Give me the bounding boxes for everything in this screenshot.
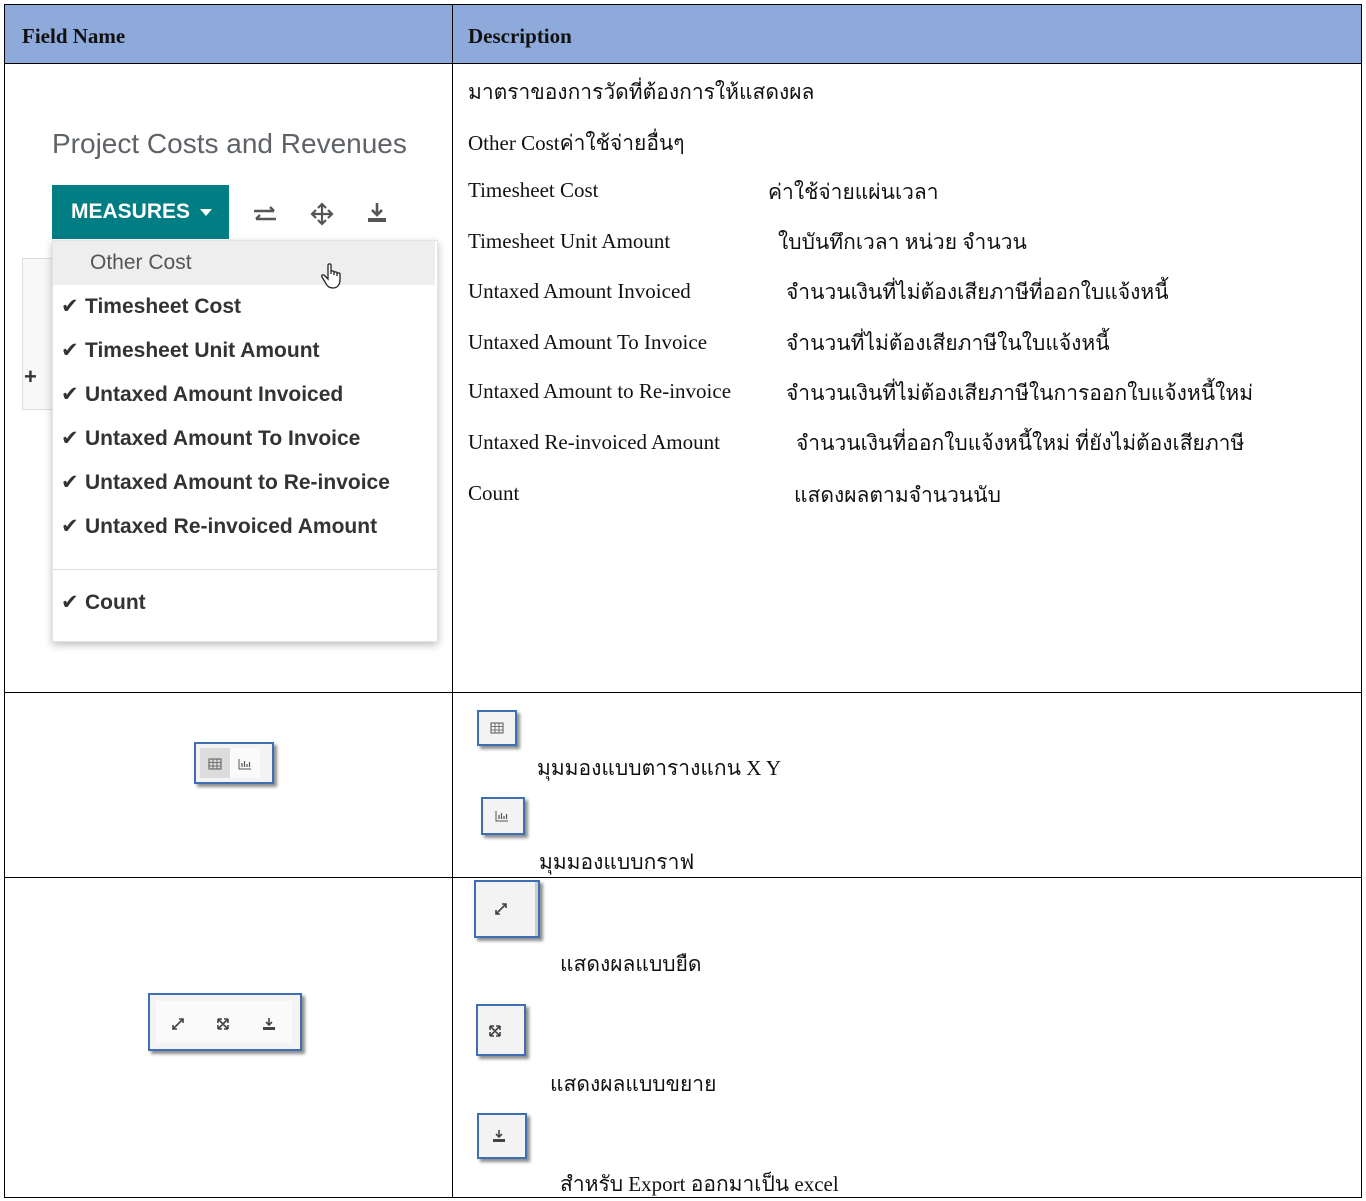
table-header: Field Name Description: [4, 4, 1362, 64]
expand-screenshot: [476, 1004, 526, 1056]
border-left: [4, 4, 5, 1198]
measures-screenshot: Project Costs and Revenues MEASURES + Ot…: [22, 128, 438, 648]
desc-name: Timesheet Unit Amount: [468, 229, 671, 253]
measure-item-other-cost[interactable]: Other Cost: [53, 241, 435, 285]
measure-item-count[interactable]: ✔ Count: [53, 581, 435, 625]
flip-desc: แสดงผลแบบยืด: [560, 952, 702, 976]
check-icon: ✔: [61, 295, 79, 318]
flip-axis-icon: [495, 903, 507, 915]
table-view-icon: [490, 722, 504, 734]
desc-name: Untaxed Amount To Invoice: [468, 330, 708, 354]
measure-label: Other Cost: [90, 251, 192, 274]
graph-view-screenshot: [481, 797, 525, 835]
graph-view-icon: [238, 759, 251, 770]
measure-label: Untaxed Amount To Invoice: [85, 427, 361, 450]
graph-view-button[interactable]: [230, 748, 260, 778]
other-cost-desc: Other Costค่าใช้จ่ายอื่นๆ: [468, 131, 685, 155]
page-title: Project Costs and Revenues: [52, 128, 407, 159]
plus-icon[interactable]: +: [24, 364, 37, 390]
table-view-desc: มุมมองแบบตารางแกน X Y: [537, 756, 782, 780]
border-header: [4, 63, 1362, 64]
measure-label: Untaxed Amount to Re-invoice: [85, 471, 390, 494]
flip-screenshot: [474, 880, 540, 938]
desc-name: Count: [468, 481, 520, 505]
table-view-button[interactable]: [200, 748, 231, 778]
download-icon[interactable]: [366, 201, 388, 225]
expand-all-icon: [489, 1025, 501, 1037]
desc-text: จำนวนเงินที่ไม่ต้องเสียภาษีที่ออกใบแจ้งห…: [786, 280, 1169, 304]
measure-label: Untaxed Re-invoiced Amount: [85, 515, 378, 538]
measures-button[interactable]: MEASURES: [52, 185, 229, 239]
table-view-icon: [208, 758, 222, 770]
table-view-screenshot: [477, 710, 517, 746]
measure-label: Untaxed Amount Invoiced: [85, 383, 344, 406]
border-row1: [4, 692, 1362, 693]
measure-item-untaxed-reinvoiced-amount[interactable]: ✔ Untaxed Re-invoiced Amount: [53, 505, 435, 549]
divider: [535, 882, 538, 936]
measures-intro: มาตราของการวัดที่ต้องการให้แสดงผล: [468, 80, 815, 104]
measure-label: Timesheet Cost: [85, 295, 241, 318]
dropdown-divider: [53, 569, 437, 570]
desc-name: Untaxed Amount Invoiced: [468, 279, 691, 303]
check-icon: ✔: [61, 339, 79, 362]
border-middle: [452, 4, 453, 1198]
tools-screenshot: [148, 993, 302, 1051]
desc-text: จำนวนเงินที่ออกใบแจ้งหนี้ใหม่ ที่ยังไม่ต…: [796, 431, 1245, 455]
desc-name: Untaxed Re-invoiced Amount: [468, 430, 720, 454]
check-icon: ✔: [61, 383, 79, 406]
measures-dropdown: Other Cost ✔ Timesheet Cost ✔ Timesheet Un…: [52, 240, 438, 642]
desc-text: จำนวนที่ไม่ต้องเสียภาษีในใบแจ้งหนี้: [786, 331, 1110, 355]
download-screenshot: [477, 1113, 527, 1159]
header-description: Description: [468, 24, 572, 48]
measure-item-timesheet-cost[interactable]: ✔ Timesheet Cost: [53, 285, 435, 329]
check-icon: ✔: [61, 427, 79, 450]
header-field-name: Field Name: [22, 24, 126, 48]
desc-name: Timesheet Cost: [468, 178, 599, 202]
measures-button-label: MEASURES: [71, 200, 191, 223]
expand-all-icon: [217, 1018, 229, 1030]
graph-view-desc: มุมมองแบบกราฟ: [539, 850, 695, 874]
expand-all-button[interactable]: [200, 1001, 247, 1043]
measure-item-untaxed-amount-invoiced[interactable]: ✔ Untaxed Amount Invoiced: [53, 373, 435, 417]
measure-item-untaxed-amount-to-invoice[interactable]: ✔ Untaxed Amount To Invoice: [53, 417, 435, 461]
desc-name: Untaxed Amount to Re-invoice: [468, 379, 732, 403]
download-icon: [493, 1130, 505, 1142]
desc-text: จำนวนเงินที่ไม่ต้องเสียภาษีในการออกใบแจ้…: [786, 381, 1254, 405]
desc-text: แสดงผลตามจำนวนนับ: [794, 483, 1001, 507]
graph-view-icon: [495, 811, 508, 822]
download-desc: สำหรับ Export ออกมาเป็น excel: [560, 1172, 839, 1196]
measure-label: Timesheet Unit Amount: [85, 339, 320, 362]
flip-axis-button[interactable]: [156, 1001, 201, 1043]
check-icon: ✔: [61, 515, 79, 538]
desc-text: ค่าใช้จ่ายแผ่นเวลา: [768, 180, 939, 204]
caret-down-icon: [200, 208, 213, 216]
flip-axis-icon: [172, 1018, 184, 1030]
border-top: [4, 4, 1362, 5]
download-button[interactable]: [246, 1001, 292, 1043]
expand-desc: แสดงผลแบบขยาย: [550, 1072, 717, 1096]
move-icon[interactable]: [310, 202, 334, 226]
check-icon: ✔: [61, 591, 79, 614]
measure-label: Count: [85, 591, 146, 614]
download-icon: [263, 1018, 275, 1030]
swap-icon[interactable]: [252, 204, 278, 226]
measure-item-untaxed-amount-to-reinvoice[interactable]: ✔ Untaxed Amount to Re-invoice: [53, 461, 435, 505]
check-icon: ✔: [61, 471, 79, 494]
desc-text: ใบบันทึกเวลา หน่วย จำนวน: [778, 230, 1027, 254]
view-switcher-screenshot: [194, 742, 274, 784]
border-right: [1361, 4, 1362, 1198]
measure-item-timesheet-unit-amount[interactable]: ✔ Timesheet Unit Amount: [53, 329, 435, 373]
